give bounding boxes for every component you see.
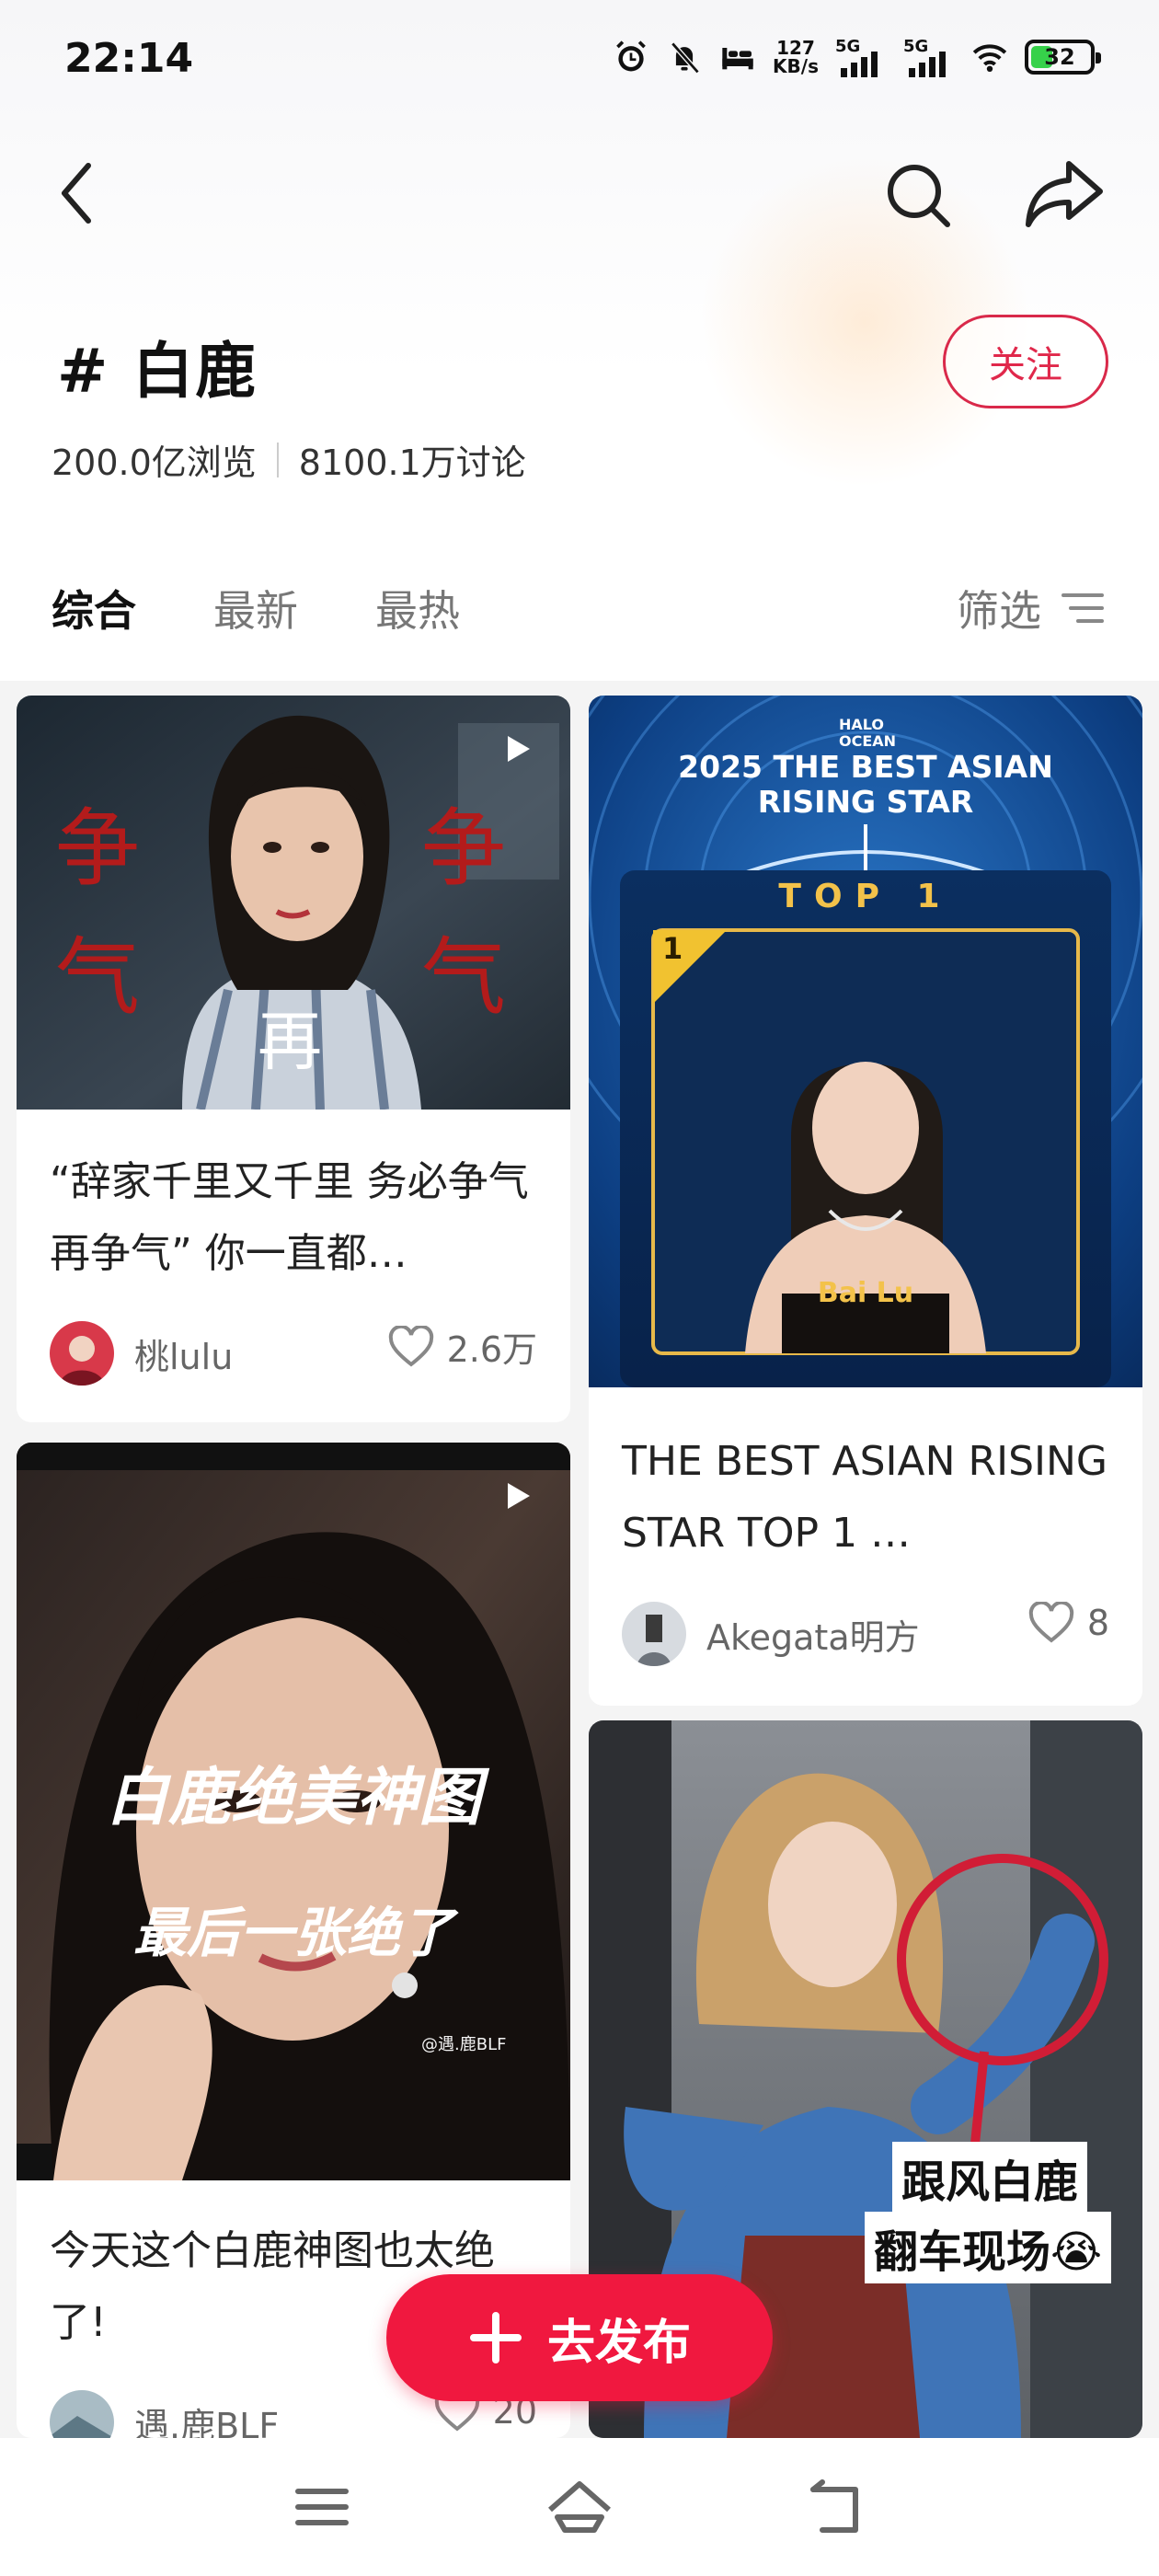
search-icon[interactable] [881, 158, 955, 232]
views-count: 200.0亿浏览 [52, 443, 257, 483]
menu-icon[interactable] [285, 2475, 359, 2539]
post-thumbnail: HALO OCEAN 2025 THE BEST ASIAN RISING ST… [589, 696, 1142, 1387]
overlay-char: 争 [421, 799, 507, 898]
wifi-icon [971, 39, 1008, 75]
author-name: 桃lulu [134, 1336, 234, 1377]
filter-icon [1061, 593, 1104, 623]
discussions-count: 8100.1万讨论 [298, 443, 526, 483]
publish-label: 去发布 [546, 2315, 691, 2371]
bed-icon [719, 39, 756, 75]
play-icon [508, 1483, 530, 1509]
filter-label: 筛选 [957, 586, 1041, 636]
rank-badge: 1 [662, 931, 683, 966]
award-title: 2025 THE BEST ASIAN [678, 749, 1053, 785]
avatar [50, 2390, 114, 2438]
post-card[interactable]: 争 气 争 气 再 “辞家千里又千里 务必争气再争气” 你一直都… 桃lulu … [17, 696, 570, 1422]
signal-2-bars-icon [909, 52, 946, 77]
overlay-char: 气 [55, 928, 141, 1027]
network-speed-unit: KB/s [773, 55, 819, 77]
like-number: 8 [1086, 1603, 1109, 1643]
return-icon[interactable] [800, 2475, 874, 2539]
tab-bar: 综合 最新 最热 [52, 578, 460, 638]
publish-button[interactable]: 去发布 [386, 2274, 773, 2401]
signal-2: 5G [903, 37, 955, 77]
heart-icon [1028, 1602, 1073, 1643]
overlay-char: 再 [258, 1004, 322, 1079]
topic-page: 22:14 127 KB/s 5G 5G 32 # 白鹿 关注 200.0亿浏览… [0, 0, 1159, 2576]
post-thumbnail: 白鹿绝美神图 最后一张绝了 @遇.鹿BLF [17, 1443, 570, 2180]
status-icons: 127 KB/s 5G 5G 32 [613, 37, 1101, 77]
heart-icon [388, 1325, 433, 1367]
alarm-icon [613, 39, 649, 75]
overlay-text-secondary: 最后一张绝了 [132, 1902, 453, 1964]
overlay-text-primary: 白鹿绝美神图 [105, 1762, 481, 1834]
topic-title: # 白鹿 [57, 336, 258, 407]
mute-bell-icon [666, 39, 703, 75]
back-icon[interactable] [52, 156, 107, 230]
post-title: “辞家千里又千里 务必争气再争气” 你一直都… [50, 1158, 529, 1277]
topic-stats: 200.0亿浏览 8100.1万讨论 [52, 434, 526, 485]
like-count[interactable]: 2.6万 [388, 1321, 537, 1372]
stats-divider [276, 442, 279, 477]
post-thumbnail: 争 气 争 气 再 [17, 696, 570, 1110]
overlay-char: 气 [421, 928, 507, 1027]
play-icon [508, 736, 530, 762]
system-nav-bar [0, 2438, 1159, 2576]
status-time: 22:14 [64, 35, 194, 82]
caption-box: 翻车现场😭 [865, 2212, 1112, 2283]
status-bar: 22:14 127 KB/s 5G 5G 32 [0, 0, 1159, 120]
avatar [50, 1321, 114, 1386]
avatar [622, 1602, 686, 1666]
post-author[interactable]: 桃lulu [50, 1321, 233, 1386]
home-icon[interactable] [543, 2475, 616, 2539]
network-speed: 127 KB/s [773, 39, 819, 75]
filter-button[interactable]: 筛选 [957, 578, 1104, 638]
post-title: THE BEST ASIAN RISING STAR TOP 1 … [622, 1438, 1107, 1557]
award-subtitle: RISING STAR [757, 784, 974, 820]
plus-icon [469, 2312, 522, 2363]
signal-1: 5G [835, 37, 887, 77]
like-number: 2.6万 [446, 1329, 537, 1370]
tab-latest[interactable]: 最新 [213, 578, 298, 638]
halo-logo-text: OCEAN [839, 732, 897, 750]
halo-logo-text: HALO [839, 716, 884, 733]
battery-level: 32 [1044, 44, 1075, 70]
post-author[interactable]: Akegata明方 [622, 1602, 920, 1666]
watermark-text: @遇.鹿BLF [421, 2035, 507, 2054]
caption-box: 跟风白鹿 [892, 2142, 1088, 2214]
author-name: Akegata明方 [706, 1616, 920, 1658]
share-icon[interactable] [1023, 156, 1104, 230]
overlay-char: 争 [55, 799, 141, 898]
tab-overall[interactable]: 综合 [52, 578, 136, 638]
award-rank: TOP 1 [778, 878, 953, 915]
signal-1-bars-icon [841, 52, 878, 77]
post-author[interactable]: 遇.鹿BLF [50, 2390, 279, 2438]
tab-hottest[interactable]: 最热 [375, 578, 460, 638]
network-speed-value: 127 [776, 37, 815, 59]
author-name: 遇.鹿BLF [134, 2405, 280, 2439]
like-count[interactable]: 8 [1028, 1602, 1109, 1644]
follow-button[interactable]: 关注 [943, 315, 1108, 408]
post-card[interactable]: HALO OCEAN 2025 THE BEST ASIAN RISING ST… [589, 696, 1142, 1706]
star-name: Bai Lu [817, 1277, 914, 1309]
battery-indicator: 32 [1025, 40, 1101, 75]
